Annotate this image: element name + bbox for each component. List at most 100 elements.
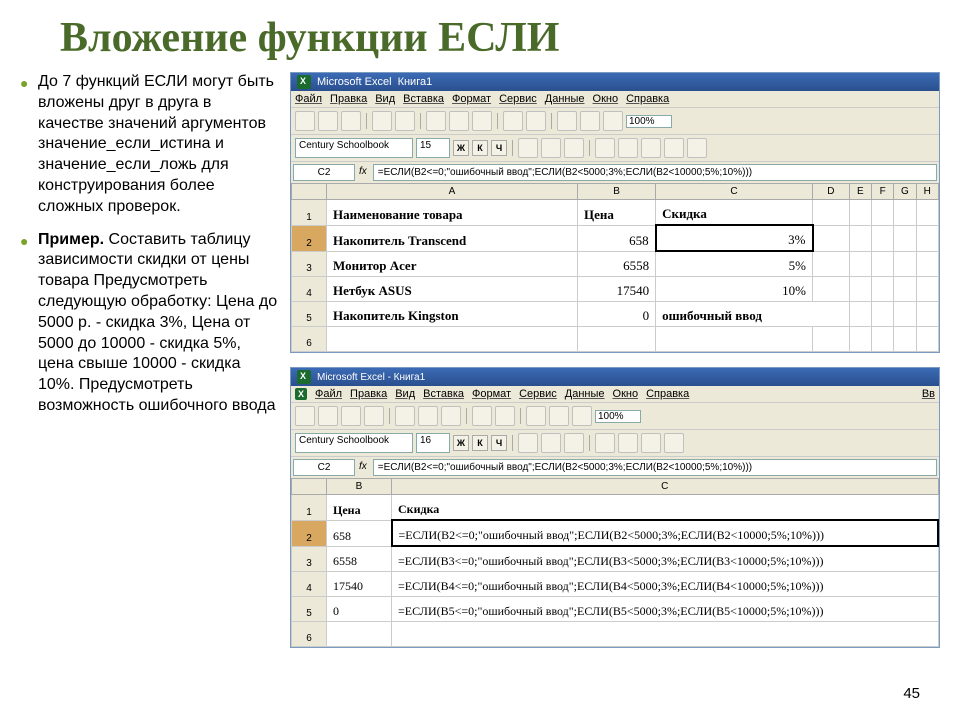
col-header[interactable]: H <box>916 184 938 200</box>
cell[interactable] <box>813 327 850 352</box>
font-size-select[interactable]: 15 <box>416 138 450 158</box>
menu-item[interactable]: Вставка <box>403 93 444 105</box>
cell[interactable] <box>849 302 871 327</box>
percent-icon[interactable] <box>618 433 638 453</box>
cell[interactable]: ошибочный ввод <box>656 302 850 327</box>
cell[interactable] <box>849 277 871 302</box>
worksheet[interactable]: A B C D E F G H 1 Наименование товара Це… <box>291 183 939 352</box>
menu-item[interactable]: Сервис <box>519 388 557 400</box>
cell[interactable] <box>849 225 871 251</box>
chart-icon[interactable] <box>603 111 623 131</box>
align-center-icon[interactable] <box>541 138 561 158</box>
save-icon[interactable] <box>341 111 361 131</box>
col-header[interactable]: C <box>656 184 813 200</box>
cell[interactable] <box>813 200 850 226</box>
cell[interactable] <box>916 302 938 327</box>
row-header[interactable]: 4 <box>292 277 327 302</box>
cell[interactable] <box>872 225 894 251</box>
cell[interactable] <box>916 327 938 352</box>
col-header[interactable]: D <box>813 184 850 200</box>
cell[interactable]: Цена <box>578 200 656 226</box>
italic-button[interactable]: К <box>472 435 488 451</box>
menu-item[interactable]: Данные <box>565 388 605 400</box>
col-header[interactable]: B <box>578 184 656 200</box>
cell[interactable]: Цена <box>327 495 392 521</box>
new-icon[interactable] <box>295 406 315 426</box>
cell[interactable]: 6558 <box>578 251 656 277</box>
cell[interactable] <box>327 327 578 352</box>
sum-icon[interactable] <box>526 406 546 426</box>
worksheet[interactable]: B C 1 Цена Скидка 2 658 =ЕСЛИ(B2<=0;"оши… <box>291 478 939 647</box>
cell[interactable]: Наименование товара <box>327 200 578 226</box>
undo-icon[interactable] <box>472 406 492 426</box>
cell[interactable]: Скидка <box>656 200 813 226</box>
cell[interactable] <box>392 622 939 647</box>
cell[interactable]: 6558 <box>327 546 392 572</box>
cell[interactable] <box>872 200 894 226</box>
menu-item[interactable]: Файл <box>295 93 322 105</box>
col-header[interactable]: F <box>872 184 894 200</box>
formula-input[interactable]: =ЕСЛИ(B2<=0;"ошибочный ввод";ЕСЛИ(B2<500… <box>373 164 937 181</box>
print-icon[interactable] <box>372 111 392 131</box>
row-header[interactable]: 3 <box>292 546 327 572</box>
active-cell[interactable]: =ЕСЛИ(B2<=0;"ошибочный ввод";ЕСЛИ(B2<500… <box>392 520 939 546</box>
cell[interactable] <box>849 251 871 277</box>
paste-icon[interactable] <box>441 406 461 426</box>
cell[interactable] <box>916 277 938 302</box>
cut-icon[interactable] <box>426 111 446 131</box>
preview-icon[interactable] <box>395 111 415 131</box>
col-header[interactable]: E <box>849 184 871 200</box>
borders-icon[interactable] <box>641 138 661 158</box>
bold-button[interactable]: Ж <box>453 140 469 156</box>
cell[interactable] <box>894 225 916 251</box>
copy-icon[interactable] <box>449 111 469 131</box>
row-header[interactable]: 1 <box>292 495 327 521</box>
sort-asc-icon[interactable] <box>557 111 577 131</box>
borders-icon[interactable] <box>641 433 661 453</box>
menu-item[interactable]: Вставка <box>423 388 464 400</box>
menu-item[interactable]: Формат <box>452 93 491 105</box>
align-center-icon[interactable] <box>541 433 561 453</box>
sort-icon[interactable] <box>549 406 569 426</box>
redo-icon[interactable] <box>495 406 515 426</box>
cell[interactable]: =ЕСЛИ(B3<=0;"ошибочный ввод";ЕСЛИ(B3<500… <box>392 546 939 572</box>
align-right-icon[interactable] <box>564 433 584 453</box>
cell[interactable]: 658 <box>327 520 392 546</box>
font-select[interactable]: Century Schoolbook <box>295 138 413 158</box>
row-header[interactable]: 1 <box>292 200 327 226</box>
fill-color-icon[interactable] <box>664 433 684 453</box>
redo-icon[interactable] <box>526 111 546 131</box>
cell[interactable]: =ЕСЛИ(B4<=0;"ошибочный ввод";ЕСЛИ(B4<500… <box>392 572 939 597</box>
cell[interactable] <box>916 251 938 277</box>
cell[interactable] <box>916 225 938 251</box>
align-right-icon[interactable] <box>564 138 584 158</box>
col-header[interactable]: G <box>894 184 916 200</box>
formula-input[interactable]: =ЕСЛИ(B2<=0;"ошибочный ввод";ЕСЛИ(B2<500… <box>373 459 937 476</box>
menu-item[interactable]: Справка <box>646 388 689 400</box>
cell[interactable] <box>894 200 916 226</box>
menu-item[interactable]: Вид <box>375 93 395 105</box>
cell[interactable]: 10% <box>656 277 813 302</box>
cell[interactable]: 17540 <box>578 277 656 302</box>
row-header[interactable]: 6 <box>292 622 327 647</box>
row-header[interactable]: 3 <box>292 251 327 277</box>
cell[interactable] <box>872 302 894 327</box>
underline-button[interactable]: Ч <box>491 140 507 156</box>
underline-button[interactable]: Ч <box>491 435 507 451</box>
align-left-icon[interactable] <box>518 433 538 453</box>
row-header[interactable]: 4 <box>292 572 327 597</box>
fx-icon[interactable]: fx <box>357 457 371 478</box>
corner-cell[interactable] <box>292 479 327 495</box>
sort-desc-icon[interactable] <box>580 111 600 131</box>
cell[interactable] <box>894 302 916 327</box>
cell[interactable]: 5% <box>656 251 813 277</box>
menu-item[interactable]: Правка <box>350 388 387 400</box>
cell[interactable]: 17540 <box>327 572 392 597</box>
copy-icon[interactable] <box>418 406 438 426</box>
cell[interactable]: 0 <box>327 597 392 622</box>
row-header[interactable]: 6 <box>292 327 327 352</box>
cell[interactable] <box>872 277 894 302</box>
undo-icon[interactable] <box>503 111 523 131</box>
cell[interactable] <box>813 251 850 277</box>
row-header[interactable]: 5 <box>292 302 327 327</box>
